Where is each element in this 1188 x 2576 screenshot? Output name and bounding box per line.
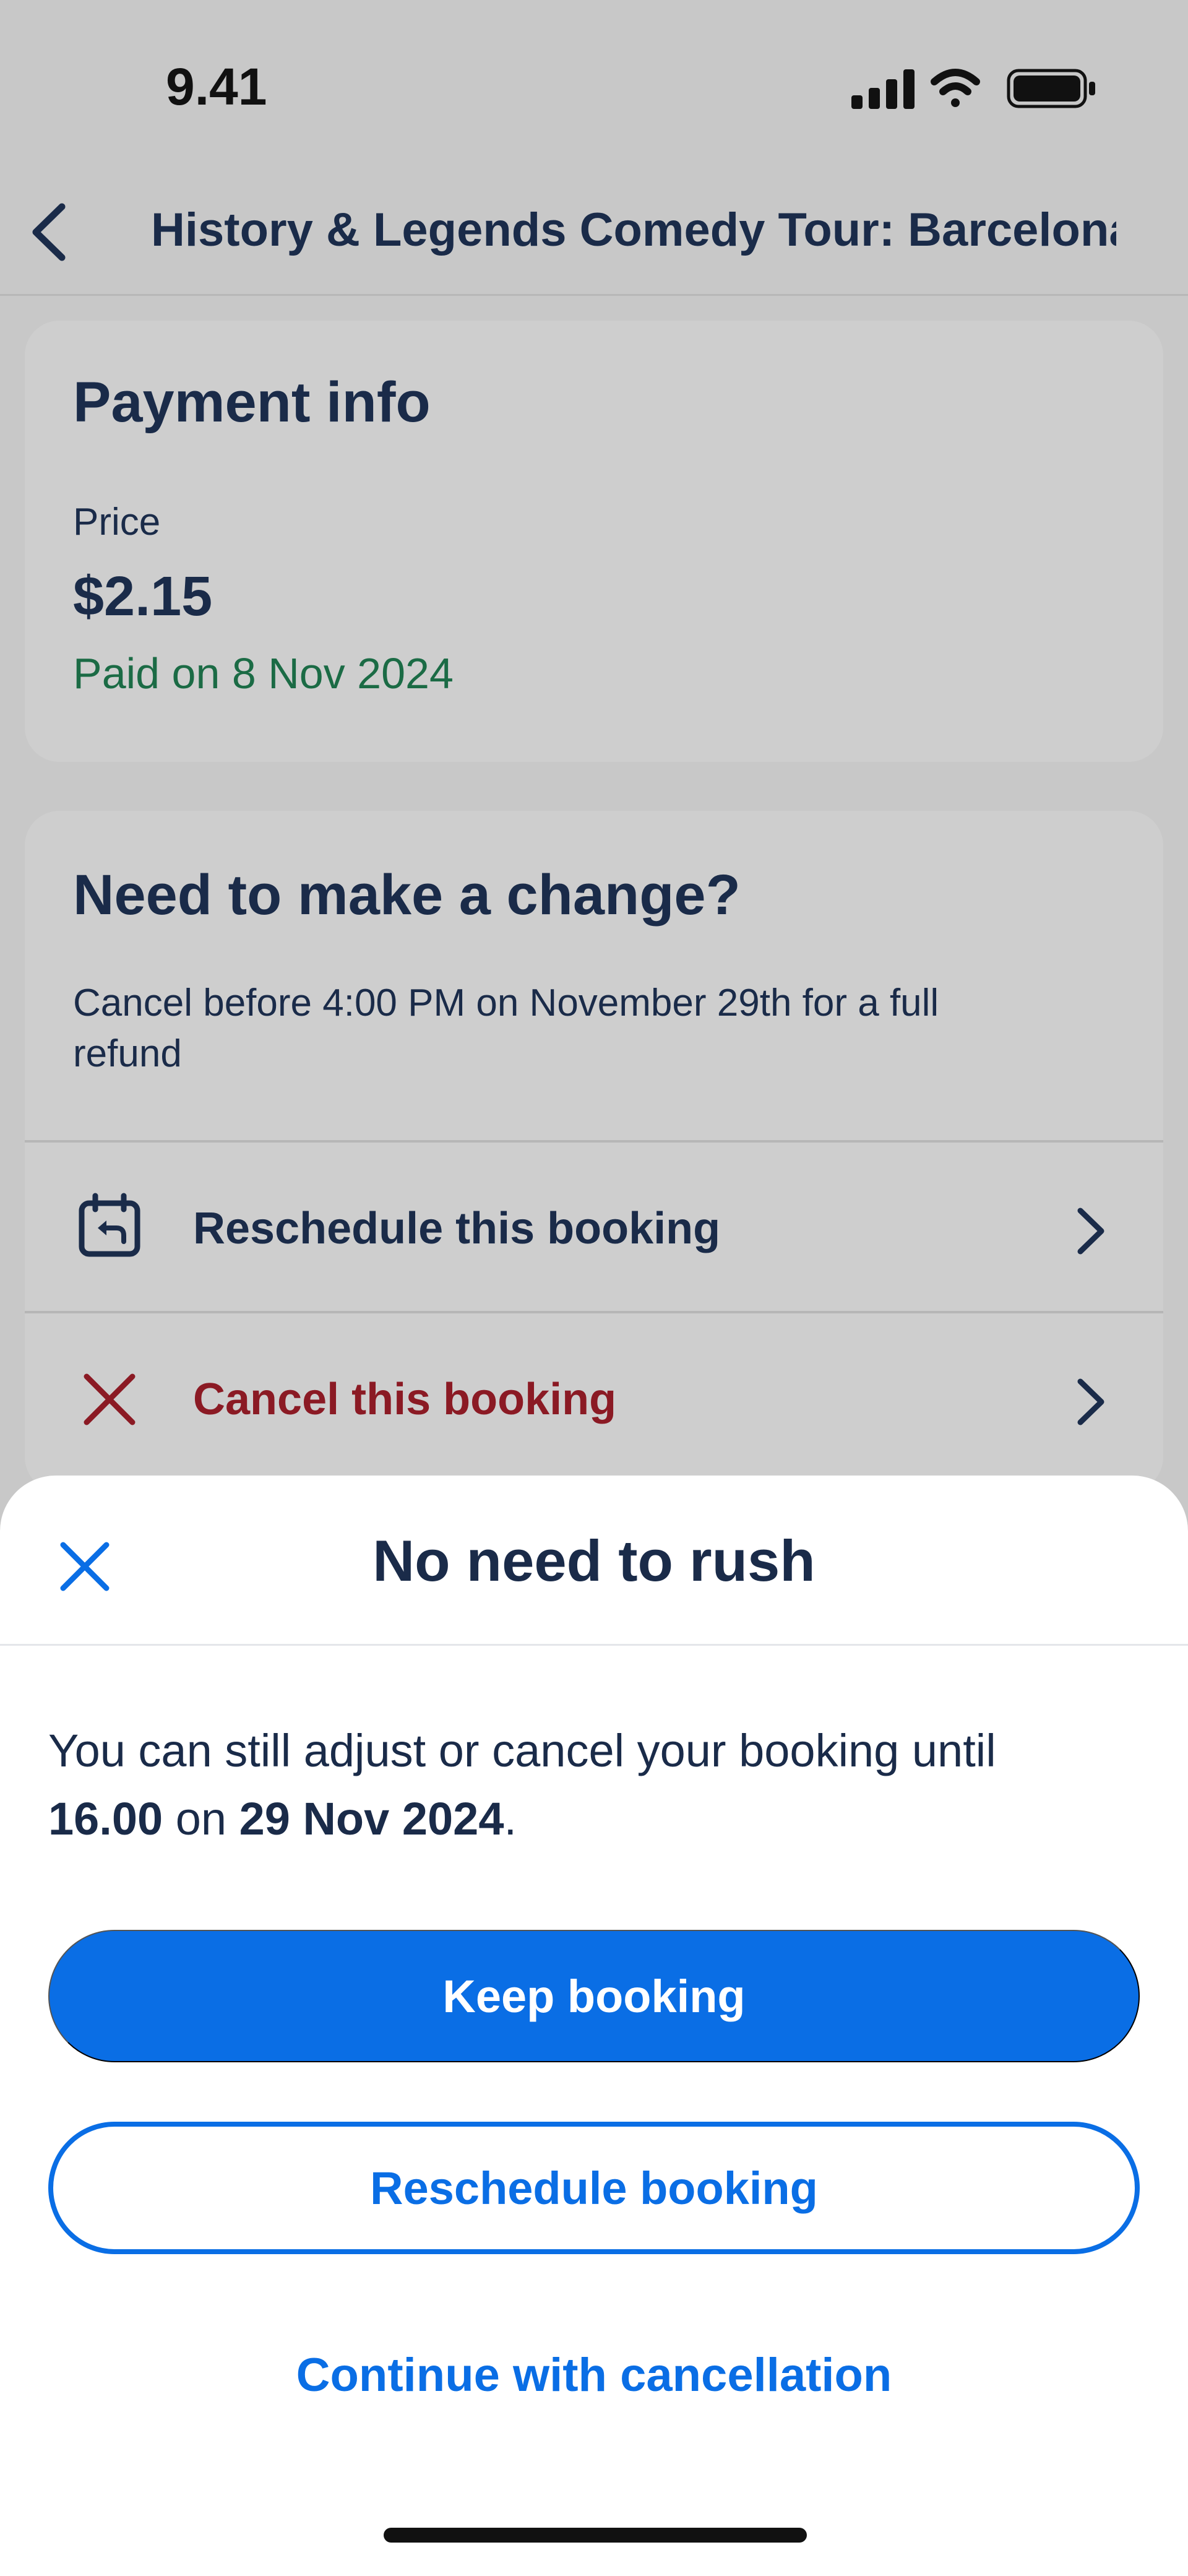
sheet-message: You can still adjust or cancel your book… — [48, 1717, 1113, 1853]
sheet-title: No need to rush — [372, 1528, 816, 1593]
continue-cancellation-link[interactable]: Continue with cancellation — [0, 2348, 1188, 2402]
keep-booking-button[interactable]: Keep booking — [48, 1930, 1140, 2062]
signal-icon — [851, 69, 915, 109]
chevron-right-icon — [1064, 1374, 1114, 1430]
paid-on-text: Paid on 8 Nov 2024 — [73, 649, 454, 698]
message-mid: on — [163, 1793, 239, 1844]
chevron-right-icon — [1064, 1203, 1114, 1259]
cancel-booking-row[interactable]: Cancel this booking — [25, 1313, 1163, 1482]
reschedule-booking-label: Reschedule this booking — [193, 1204, 721, 1253]
status-bar: 9.41 — [0, 0, 1188, 167]
cancel-booking-label: Cancel this booking — [193, 1375, 617, 1424]
reschedule-booking-row[interactable]: Reschedule this booking — [25, 1143, 1163, 1311]
battery-icon — [1007, 69, 1095, 108]
price-label: Price — [73, 501, 161, 543]
status-time: 9.41 — [166, 58, 267, 116]
message-time: 16.00 — [48, 1793, 163, 1844]
message-date: 29 Nov 2024 — [239, 1793, 504, 1844]
back-button[interactable] — [21, 198, 83, 266]
bottom-sheet: No need to rush You can still adjust or … — [0, 1476, 1188, 2576]
cancellation-policy-text: Cancel before 4:00 PM on November 29th f… — [73, 982, 939, 1075]
payment-info-card: Payment info Price $2.15 Paid on 8 Nov 2… — [25, 321, 1163, 762]
change-heading: Need to make a change? — [73, 863, 741, 927]
price-value: $2.15 — [73, 566, 213, 628]
status-icons — [851, 67, 1099, 113]
payment-info-heading: Payment info — [73, 371, 431, 434]
top-navigation: History & Legends Comedy Tour: Barcelona… — [0, 167, 1188, 296]
page-title: History & Legends Comedy Tour: Barcelona… — [151, 204, 1116, 256]
reschedule-booking-button[interactable]: Reschedule booking — [48, 2122, 1140, 2254]
sheet-divider — [0, 1644, 1188, 1646]
calendar-reschedule-icon — [75, 1192, 144, 1260]
chevron-left-icon — [32, 203, 66, 261]
home-indicator — [384, 2528, 807, 2543]
wifi-icon — [931, 69, 980, 107]
change-booking-card: Need to make a change? Cancel before 4:0… — [25, 811, 1163, 1492]
x-icon — [75, 1363, 144, 1431]
message-suffix: . — [504, 1793, 517, 1844]
message-prefix: You can still adjust or cancel your book… — [48, 1725, 996, 1776]
